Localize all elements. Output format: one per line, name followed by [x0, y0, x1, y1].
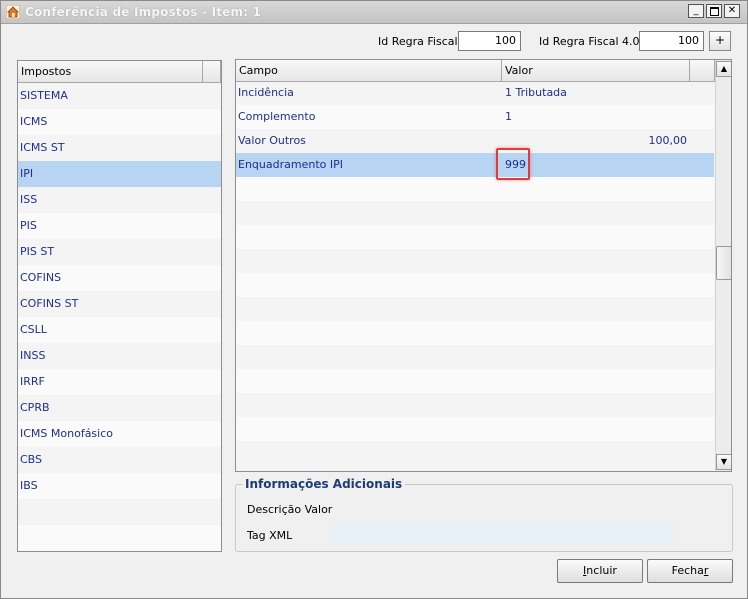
- table-row: [236, 297, 714, 321]
- window-title: Conferência de Impostos - Item: 1: [25, 5, 262, 19]
- highlight-box: [496, 148, 530, 180]
- table-row[interactable]: Enquadramento IPI 999: [236, 153, 714, 177]
- imposto-row-pis[interactable]: PIS: [18, 213, 221, 239]
- close-icon: ✕: [727, 5, 737, 16]
- table-row: [236, 393, 714, 417]
- table-row: [236, 201, 714, 225]
- campo-cell: Incidência: [238, 86, 294, 99]
- table-row: [236, 177, 714, 201]
- id-regra-fiscal-40-input[interactable]: 100: [639, 31, 704, 51]
- impostos-grid: Impostos SISTEMA ICMS ICMS ST IPI ISS PI…: [17, 60, 222, 552]
- table-row: [236, 225, 714, 249]
- table-row[interactable]: Incidência 1 Tributada: [236, 81, 714, 105]
- imposto-row-empty: [18, 525, 221, 551]
- tag-xml-field[interactable]: [329, 523, 673, 543]
- house-icon: [6, 5, 20, 19]
- imposto-row-inss[interactable]: INSS: [18, 343, 221, 369]
- campo-column-header[interactable]: Campo: [236, 60, 502, 81]
- imposto-row-cofins[interactable]: COFINS: [18, 265, 221, 291]
- impostos-grid-header: Impostos: [18, 61, 221, 83]
- info-group-title: Informações Adicionais: [242, 477, 406, 491]
- maximize-icon: [709, 6, 719, 16]
- valor-cell-amount[interactable]: 100,00: [649, 129, 688, 153]
- table-row: [236, 417, 714, 441]
- close-button[interactable]: ✕: [724, 4, 740, 18]
- triangle-down-icon: ▼: [720, 457, 728, 466]
- id-regra-fiscal-label: Id Regra Fiscal: [378, 35, 458, 48]
- imposto-row-icms-monofasico[interactable]: ICMS Monofásico: [18, 421, 221, 447]
- id-regra-fiscal-40-label: Id Regra Fiscal 4.0: [539, 35, 640, 48]
- imposto-row-cbs[interactable]: CBS: [18, 447, 221, 473]
- table-row: [236, 321, 714, 345]
- imposto-row-irrf[interactable]: IRRF: [18, 369, 221, 395]
- table-row: [236, 273, 714, 297]
- imposto-row-pis-st[interactable]: PIS ST: [18, 239, 221, 265]
- imposto-row-ibs[interactable]: IBS: [18, 473, 221, 499]
- table-row: [236, 345, 714, 369]
- tag-xml-label: Tag XML: [247, 529, 293, 542]
- valor-cell[interactable]: 1: [505, 105, 512, 129]
- table-row: [236, 249, 714, 273]
- imposto-row-ipi[interactable]: IPI: [18, 161, 221, 187]
- imposto-row-empty: [18, 499, 221, 525]
- scroll-up-button[interactable]: ▲: [716, 61, 731, 77]
- table-row: [236, 369, 714, 393]
- impostos-header-filler: [203, 61, 221, 82]
- imposto-row-icms-st[interactable]: ICMS ST: [18, 135, 221, 161]
- minimize-button[interactable]: _: [688, 4, 704, 18]
- incluir-label: ncluir: [586, 564, 617, 577]
- impostos-column-header[interactable]: Impostos: [18, 61, 203, 82]
- campos-grid: Campo Valor Incidência 1 Tributada Compl…: [235, 59, 732, 472]
- scroll-down-button[interactable]: ▼: [716, 454, 731, 470]
- campos-grid-header: Campo Valor: [236, 60, 715, 82]
- scroll-thumb[interactable]: [716, 246, 731, 280]
- add-button[interactable]: +: [709, 31, 731, 51]
- descricao-valor-label: Descrição Valor: [247, 503, 333, 516]
- valor-cell[interactable]: 1 Tributada: [505, 81, 567, 105]
- imposto-row-icms[interactable]: ICMS: [18, 109, 221, 135]
- table-row[interactable]: Valor Outros 100,00: [236, 129, 714, 153]
- imposto-row-csll[interactable]: CSLL: [18, 317, 221, 343]
- campo-cell: Enquadramento IPI: [238, 158, 343, 171]
- fechar-button[interactable]: Fechar: [647, 559, 733, 583]
- fechar-mnemonic: r: [703, 564, 709, 577]
- imposto-row-cprb[interactable]: CPRB: [18, 395, 221, 421]
- table-row[interactable]: Complemento 1: [236, 105, 714, 129]
- campos-header-filler: [690, 60, 715, 81]
- incluir-button[interactable]: Incluir: [557, 559, 643, 583]
- campo-cell: Valor Outros: [238, 134, 306, 147]
- imposto-row-cofins-st[interactable]: COFINS ST: [18, 291, 221, 317]
- minimize-icon: _: [693, 5, 699, 16]
- fechar-label: Fecha: [671, 564, 704, 577]
- valor-column-header[interactable]: Valor: [502, 60, 690, 81]
- campo-cell: Complemento: [238, 110, 316, 123]
- tax-review-window: Conferência de Impostos - Item: 1 _ ✕ Id…: [0, 0, 748, 599]
- campos-scrollbar[interactable]: ▲ ▼: [715, 60, 731, 471]
- imposto-row-sistema[interactable]: SISTEMA: [18, 83, 221, 109]
- imposto-row-iss[interactable]: ISS: [18, 187, 221, 213]
- maximize-button[interactable]: [706, 4, 722, 18]
- title-bar: Conferência de Impostos - Item: 1 _ ✕: [1, 1, 747, 24]
- triangle-up-icon: ▲: [720, 64, 728, 73]
- table-row: [236, 441, 714, 465]
- id-regra-fiscal-input[interactable]: 100: [458, 31, 521, 51]
